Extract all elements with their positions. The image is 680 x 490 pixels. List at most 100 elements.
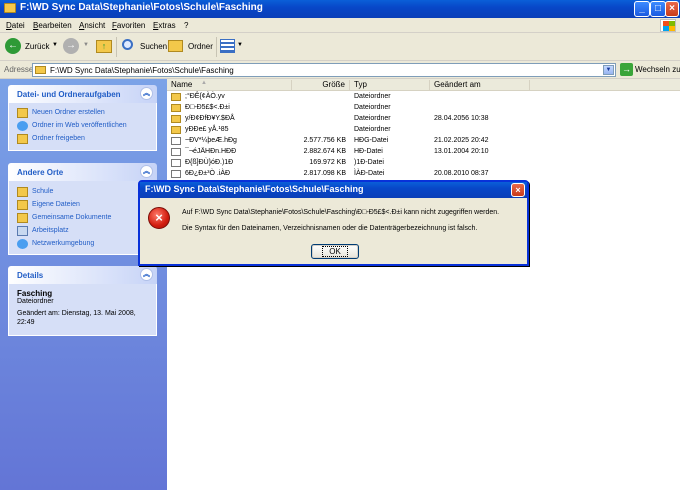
other-places-header[interactable]: Andere Orte ︽	[8, 163, 157, 181]
file-type: Dateiordner	[354, 115, 391, 122]
details-title: Details	[17, 271, 44, 280]
column-size[interactable]: Größe	[292, 80, 350, 90]
details-panel: Details ︽ Fasching Dateiordner Geändert …	[8, 266, 157, 336]
back-arrow-icon: ←	[5, 38, 21, 54]
file-icon	[171, 137, 181, 145]
my-computer-icon	[17, 226, 28, 236]
details-type: Dateiordner	[17, 298, 54, 305]
file-row[interactable]: Ð{ß]ÐÙ}óÐ.)1Ð 169.972 KB )1Ð-Datei	[167, 158, 680, 169]
file-name: ;°ÐÊ{¢ÀÒ.yv	[185, 93, 225, 100]
collapse-chevron-icon[interactable]: ︽	[140, 87, 153, 100]
file-row[interactable]: ¯¬éJÄHÐn.HÐÐ 2.882.674 KB HÐ-Datei 13.01…	[167, 147, 680, 158]
file-row[interactable]: ~ÐV*¼þeÆ.hÐg 2.577.756 KB HÐG-Datei 21.0…	[167, 136, 680, 147]
column-type[interactable]: Typ	[350, 80, 430, 90]
address-dropdown-icon[interactable]: ▼	[603, 65, 614, 75]
address-input[interactable]: F:\WD Sync Data\Stephanie\Fotos\Schule\F…	[32, 63, 616, 77]
menu-extras[interactable]: Extras	[153, 21, 176, 30]
dialog-titlebar[interactable]: F:\WD Sync Data\Stephanie\Fotos\Schule\F…	[140, 182, 527, 198]
file-row[interactable]: 6Ð¿Ð±³Ò .iÀÐ 2.817.098 KB ÌÀÐ-Datei 20.0…	[167, 169, 680, 180]
folder-icon	[17, 187, 28, 197]
file-modified: 13.01.2004 20:10	[434, 148, 489, 155]
menu-help[interactable]: ?	[184, 21, 188, 30]
menu-bar: Datei Bearbeiten Ansicht Favoriten Extra…	[0, 18, 680, 33]
file-row[interactable]: Ð□-Ð5£$<.Ð±i Dateiordner	[167, 103, 680, 114]
close-button[interactable]: ×	[665, 1, 679, 17]
file-name: Ð{ß]ÐÙ}óÐ.)1Ð	[185, 159, 234, 166]
go-arrow-icon: →	[620, 63, 633, 76]
column-name[interactable]: Name ▲	[167, 80, 292, 90]
menu-ansicht[interactable]: Ansicht	[79, 21, 105, 30]
forward-arrow-icon: →	[63, 38, 79, 54]
search-icon	[122, 39, 133, 50]
views-button[interactable]: ▼	[220, 38, 244, 56]
collapse-chevron-icon[interactable]: ︽	[140, 268, 153, 281]
folders-icon	[168, 40, 183, 52]
window-titlebar[interactable]: F:\WD Sync Data\Stephanie\Fotos\Schule\F…	[0, 0, 680, 18]
file-size: 2.577.756 KB	[303, 137, 346, 144]
file-icon	[171, 170, 181, 178]
dialog-message-secondary: Die Syntax für den Dateinamen, Verzeichn…	[182, 225, 478, 232]
place-label: Schule	[32, 188, 54, 195]
folders-button[interactable]: Ordner	[168, 38, 214, 56]
other-places-panel: Andere Orte ︽ Schule Eigene Dateien Geme…	[8, 163, 157, 255]
file-name: y/Ð¢ÐfÐ¥Y.$ÐÅ	[185, 115, 235, 122]
file-row[interactable]: y/Ð¢ÐfÐ¥Y.$ÐÅ Dateiordner 28.04.2056 10:…	[167, 114, 680, 125]
file-name: ~ÐV*¼þeÆ.hÐg	[185, 137, 237, 144]
address-label: Adresse	[4, 65, 34, 74]
menu-favoriten[interactable]: Favoriten	[112, 21, 145, 30]
task-pane: Datei- und Ordneraufgaben ︽ Neuen Ordner…	[0, 79, 167, 490]
file-type: )1Ð-Datei	[354, 159, 384, 166]
new-folder-icon	[17, 108, 28, 118]
file-row[interactable]: yÐÐe£ yÅ.¹85 Dateiordner	[167, 125, 680, 136]
window-title: F:\WD Sync Data\Stephanie\Fotos\Schule\F…	[20, 2, 263, 13]
menu-datei[interactable]: Datei	[6, 21, 25, 30]
file-name: 6Ð¿Ð±³Ò .iÀÐ	[185, 170, 231, 177]
place-label: Eigene Dateien	[32, 201, 80, 208]
column-name-label: Name	[171, 80, 193, 89]
views-dropdown-icon[interactable]: ▼	[237, 42, 243, 48]
file-icon	[171, 148, 181, 156]
back-dropdown-icon[interactable]: ▼	[52, 42, 58, 48]
file-modified: 28.04.2056 10:38	[434, 115, 489, 122]
back-button[interactable]: ← Zurück ▼	[5, 38, 61, 56]
ok-button[interactable]: OK	[311, 244, 359, 259]
minimize-button[interactable]: _	[634, 1, 650, 17]
dialog-message-primary: Auf F:\WD Sync Data\Stephanie\Fotos\Schu…	[182, 209, 500, 216]
file-size: 2.817.098 KB	[303, 170, 346, 177]
maximize-button[interactable]: □	[650, 1, 666, 17]
file-modified: 21.02.2025 20:42	[434, 137, 489, 144]
sort-ascending-icon: ▲	[201, 80, 207, 86]
file-row[interactable]: ;°ÐÊ{¢ÀÒ.yv Dateiordner	[167, 92, 680, 103]
my-documents-icon	[17, 200, 28, 210]
task-label: Ordner im Web veröffentlichen	[32, 122, 127, 129]
place-label: Netzwerkumgebung	[32, 240, 95, 247]
file-name: yÐÐe£ yÅ.¹85	[185, 126, 229, 133]
file-modified: 20.08.2010 08:37	[434, 170, 489, 177]
dialog-close-button[interactable]: ×	[511, 183, 525, 197]
forward-button[interactable]: → ▼	[63, 38, 93, 56]
file-icon	[171, 159, 181, 167]
forward-dropdown-icon[interactable]: ▼	[83, 42, 89, 48]
folder-icon	[171, 126, 181, 134]
search-button[interactable]: Suchen	[120, 38, 168, 56]
up-folder-button[interactable]: ↑	[96, 38, 114, 56]
details-header[interactable]: Details ︽	[8, 266, 157, 284]
error-dialog: F:\WD Sync Data\Stephanie\Fotos\Schule\F…	[138, 180, 529, 266]
share-folder-icon	[17, 134, 28, 144]
shared-documents-icon	[17, 213, 28, 223]
collapse-chevron-icon[interactable]: ︽	[140, 165, 153, 178]
menu-bearbeiten[interactable]: Bearbeiten	[33, 21, 72, 30]
toolbar-separator	[116, 37, 117, 57]
search-label: Suchen	[140, 42, 168, 51]
ok-label: OK	[322, 246, 348, 257]
file-tasks-header[interactable]: Datei- und Ordneraufgaben ︽	[8, 85, 157, 103]
file-type: ÌÀÐ-Datei	[354, 170, 385, 177]
folder-icon	[171, 93, 181, 101]
dialog-title: F:\WD Sync Data\Stephanie\Fotos\Schule\F…	[145, 184, 364, 194]
address-value: F:\WD Sync Data\Stephanie\Fotos\Schule\F…	[50, 66, 234, 75]
file-type: Dateiordner	[354, 126, 391, 133]
column-modified[interactable]: Geändert am	[430, 80, 530, 90]
file-list[interactable]: Name ▲ Größe Typ Geändert am ;°ÐÊ{¢ÀÒ.yv…	[167, 79, 680, 490]
globe-icon	[17, 121, 28, 131]
folder-icon	[171, 104, 181, 112]
